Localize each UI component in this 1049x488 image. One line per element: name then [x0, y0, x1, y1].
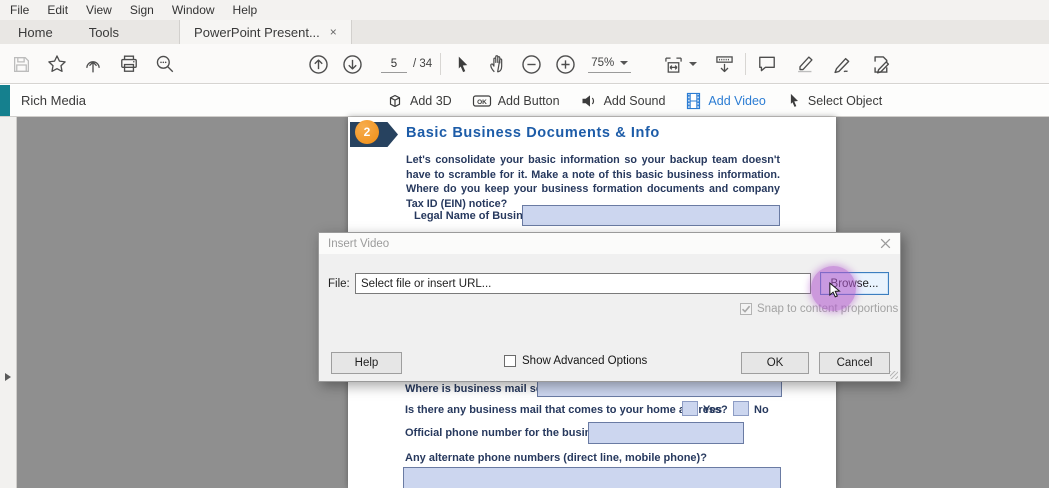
- highlighter-icon[interactable]: [792, 51, 818, 77]
- close-icon[interactable]: [879, 237, 892, 250]
- zoom-level-label: 75%: [591, 56, 615, 69]
- page-down-icon[interactable]: [339, 51, 365, 77]
- advanced-checkbox-icon: [504, 355, 516, 367]
- hand-tool-icon[interactable]: [484, 51, 510, 77]
- zoom-out-icon[interactable]: [518, 51, 544, 77]
- cube-3d-icon: [389, 94, 401, 107]
- rich-media-toolbar: Rich Media Add 3D OK Add Button Add Soun…: [0, 85, 1049, 117]
- select-object-label: Select Object: [807, 93, 883, 108]
- dialog-titlebar[interactable]: Insert Video: [319, 233, 900, 254]
- add-button-label: Add Button: [497, 93, 560, 108]
- file-label: File:: [328, 278, 350, 290]
- add-sound-button[interactable]: Add Sound: [580, 92, 666, 110]
- navigation-pane-strip[interactable]: [0, 117, 17, 488]
- resize-grip[interactable]: [890, 371, 898, 379]
- menu-sign[interactable]: Sign: [130, 3, 154, 17]
- zoom-in-icon[interactable]: [552, 51, 578, 77]
- speaker-icon: [582, 94, 594, 107]
- tab-tools[interactable]: Tools: [71, 20, 137, 44]
- video-filmstrip-icon: [687, 92, 701, 109]
- main-toolbar: / 34 75%: [0, 44, 1049, 84]
- fit-width-icon[interactable]: [660, 51, 686, 77]
- dialog-title: Insert Video: [328, 237, 390, 250]
- home-address-question: Is there any business mail that comes to…: [405, 404, 728, 416]
- cancel-button[interactable]: Cancel: [819, 352, 890, 374]
- alt-phone-label: Any alternate phone numbers (direct line…: [405, 452, 707, 464]
- tab-tools-label: Tools: [88, 24, 120, 40]
- menu-bar: File Edit View Sign Window Help: [0, 0, 1049, 20]
- add-video-label: Add Video: [708, 93, 766, 108]
- alt-phone-field[interactable]: [403, 467, 781, 488]
- fit-options-caret-icon[interactable]: [689, 62, 697, 66]
- select-tool-icon[interactable]: [449, 51, 475, 77]
- tab-document-label: PowerPoint Present...: [194, 24, 320, 40]
- star-icon[interactable]: [44, 51, 70, 77]
- select-arrow-icon: [790, 93, 798, 107]
- page-number-input[interactable]: [381, 55, 407, 73]
- phone-field[interactable]: [588, 422, 744, 444]
- svg-text:OK: OK: [477, 98, 487, 105]
- section-number-badge: 2: [355, 120, 379, 144]
- advanced-label: Show Advanced Options: [522, 355, 648, 367]
- menu-file[interactable]: File: [10, 3, 29, 17]
- fill-sign-icon[interactable]: [830, 51, 856, 77]
- toolbar-divider: [440, 53, 442, 75]
- rich-media-title: Rich Media: [21, 93, 87, 108]
- menu-view[interactable]: View: [86, 3, 112, 17]
- tab-document[interactable]: PowerPoint Present... ×: [179, 20, 352, 44]
- print-icon[interactable]: [116, 51, 142, 77]
- edit-pdf-icon[interactable]: [868, 51, 894, 77]
- tab-close-icon[interactable]: ×: [330, 26, 337, 38]
- zoom-level-dropdown[interactable]: 75%: [588, 56, 632, 73]
- page-total-label: / 34: [413, 58, 433, 70]
- page-up-icon[interactable]: [305, 51, 331, 77]
- no-checkbox[interactable]: [733, 401, 749, 416]
- tab-home-label: Home: [18, 24, 53, 40]
- file-url-input[interactable]: [355, 273, 811, 294]
- section-heading: Basic Business Documents & Info: [406, 125, 660, 141]
- menu-window[interactable]: Window: [172, 3, 215, 17]
- tab-bar: Home Tools PowerPoint Present... ×: [0, 20, 1049, 44]
- help-button[interactable]: Help: [331, 352, 402, 374]
- show-advanced-option[interactable]: Show Advanced Options: [504, 355, 647, 367]
- tab-home[interactable]: Home: [0, 20, 71, 44]
- expand-pane-icon[interactable]: [5, 373, 11, 381]
- insert-video-dialog: Insert Video File: Browse... Snap to con…: [318, 232, 901, 382]
- save-icon[interactable]: [8, 51, 34, 77]
- chevron-down-icon: [620, 60, 629, 65]
- section-paragraph: Let's consolidate your basic information…: [406, 154, 780, 210]
- mail-sent-label: Where is business mail sent?: [405, 383, 560, 395]
- no-label: No: [754, 404, 769, 416]
- snap-checkbox-icon: [740, 303, 752, 315]
- menu-edit[interactable]: Edit: [47, 3, 68, 17]
- add-3d-label: Add 3D: [410, 93, 452, 108]
- ok-button-icon: OK: [472, 94, 491, 107]
- add-button-button[interactable]: OK Add Button: [472, 92, 560, 110]
- toolbar-divider: [745, 53, 746, 75]
- acrobat-window: File Edit View Sign Window Help Home Too…: [0, 0, 1049, 488]
- share-icon[interactable]: [80, 51, 106, 77]
- select-object-button[interactable]: Select Object: [786, 92, 882, 109]
- comment-icon[interactable]: [754, 51, 780, 77]
- ok-button[interactable]: OK: [741, 352, 809, 374]
- yes-checkbox[interactable]: [682, 401, 698, 416]
- rich-media-accent-bar: [0, 85, 10, 116]
- yes-label: Yes: [703, 404, 722, 416]
- legal-name-field[interactable]: [522, 205, 780, 226]
- add-sound-label: Add Sound: [603, 93, 666, 108]
- menu-help[interactable]: Help: [233, 3, 258, 17]
- reading-mode-icon[interactable]: [711, 51, 737, 77]
- mouse-cursor-icon: [828, 282, 842, 303]
- add-3d-button[interactable]: Add 3D: [386, 92, 452, 110]
- search-icon[interactable]: [152, 51, 178, 77]
- phone-label: Official phone number for the business:: [405, 427, 614, 439]
- add-video-button[interactable]: Add Video: [685, 92, 766, 110]
